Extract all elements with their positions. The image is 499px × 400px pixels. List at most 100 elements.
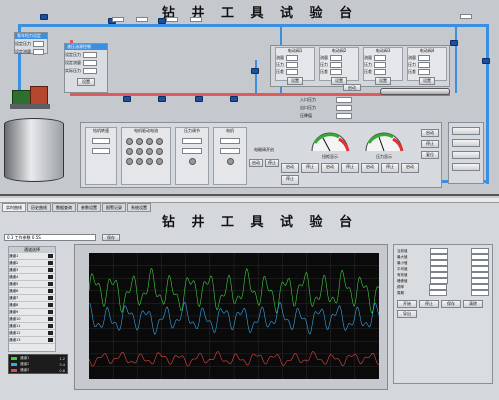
channel-checkbox[interactable]	[48, 303, 53, 307]
start-button[interactable]: 启动	[361, 163, 379, 173]
channel-row[interactable]: 通道2	[9, 260, 55, 267]
valve-icon[interactable]	[251, 68, 259, 74]
start-button[interactable]: 启动	[281, 163, 299, 173]
start-button[interactable]: 启动	[321, 163, 339, 173]
value-field[interactable]	[330, 55, 342, 61]
channel-checkbox[interactable]	[48, 324, 53, 328]
channel-checkbox[interactable]	[48, 296, 53, 300]
channel-checkbox[interactable]	[48, 275, 53, 279]
valve-icon[interactable]	[450, 40, 458, 46]
tab-params[interactable]: 参数设置	[77, 203, 101, 212]
value-field[interactable]	[418, 55, 430, 61]
stop-button[interactable]: 停止	[265, 159, 279, 167]
channel-checkbox[interactable]	[48, 317, 53, 321]
set-button[interactable]: 设置	[419, 77, 435, 85]
setpoint-field[interactable]	[33, 49, 44, 55]
panel-button[interactable]: 停止	[419, 300, 439, 308]
stop-button[interactable]: 停止	[301, 163, 319, 173]
setpoint-field[interactable]	[83, 60, 97, 66]
side-start-button[interactable]: 启动	[421, 129, 439, 137]
channel-checkbox[interactable]	[48, 338, 53, 342]
pipe-value-field[interactable]	[166, 17, 178, 22]
channel-row[interactable]: 通道1	[9, 253, 55, 260]
value-field[interactable]	[330, 69, 342, 75]
param-field[interactable]	[428, 290, 447, 296]
setpoint-field[interactable]	[33, 41, 44, 47]
panel-button[interactable]: 开始	[397, 300, 417, 308]
channel-checkbox[interactable]	[48, 282, 53, 286]
set-button[interactable]: 设置	[287, 77, 303, 85]
value-field[interactable]	[286, 55, 298, 61]
panel-button[interactable]: 导出	[397, 310, 417, 318]
start-button[interactable]: 启动	[401, 163, 419, 173]
value-field[interactable]	[374, 62, 386, 68]
valve-icon[interactable]	[230, 96, 238, 102]
value-field[interactable]	[374, 69, 386, 75]
value-field[interactable]	[220, 138, 240, 144]
valve-icon[interactable]	[482, 58, 490, 64]
value-field[interactable]	[92, 138, 110, 144]
setpoint-field[interactable]	[83, 52, 97, 58]
pipe-value-field[interactable]	[112, 17, 124, 22]
channel-row[interactable]: 通道9	[9, 309, 55, 316]
panel-button[interactable]: 保存	[441, 300, 461, 308]
channel-row[interactable]: 通道10	[9, 316, 55, 323]
channel-row[interactable]: 通道13	[9, 337, 55, 344]
channel-checkbox[interactable]	[48, 331, 53, 335]
stop-button[interactable]: 停止	[341, 163, 359, 173]
channel-row[interactable]: 通道3	[9, 267, 55, 274]
pipe-value-field[interactable]	[190, 17, 202, 22]
side-stop-button[interactable]: 停止	[421, 140, 439, 148]
side-reset-button[interactable]: 复位	[421, 151, 439, 159]
panel-button[interactable]: 清除	[463, 300, 483, 308]
side-button[interactable]	[452, 163, 480, 171]
valve-icon[interactable]	[195, 96, 203, 102]
channel-checkbox[interactable]	[48, 289, 53, 293]
value-field[interactable]	[286, 62, 298, 68]
tool-start-button[interactable]: 启动	[343, 84, 361, 91]
value-field[interactable]	[92, 148, 110, 154]
reading-field[interactable]	[336, 105, 352, 111]
tab-history[interactable]: 历史曲线	[27, 203, 51, 212]
valve-icon[interactable]	[158, 96, 166, 102]
side-button[interactable]	[452, 151, 480, 159]
valve-icon[interactable]	[158, 18, 166, 24]
value-field[interactable]	[182, 148, 202, 154]
value-field[interactable]	[286, 69, 298, 75]
set-button[interactable]: 设置	[77, 78, 95, 86]
valve-icon[interactable]	[40, 14, 48, 20]
param-field[interactable]	[471, 290, 489, 296]
stop-button[interactable]: 停止	[381, 163, 399, 173]
sample-combo[interactable]: 0.1 工作参数 0.5S	[4, 234, 96, 241]
value-field[interactable]	[374, 55, 386, 61]
stop-button[interactable]: 停止	[281, 175, 299, 185]
valve-icon[interactable]	[123, 96, 131, 102]
channel-row[interactable]: 通道12	[9, 330, 55, 337]
value-field[interactable]	[220, 148, 240, 154]
pipe-value-field[interactable]	[136, 17, 148, 22]
channel-checkbox[interactable]	[48, 268, 53, 272]
channel-row[interactable]: 通道7	[9, 295, 55, 302]
channel-row[interactable]: 通道6	[9, 288, 55, 295]
side-button[interactable]	[452, 139, 480, 147]
save-button[interactable]: 保存	[102, 234, 120, 241]
reading-field[interactable]	[336, 97, 352, 103]
value-field[interactable]	[330, 62, 342, 68]
tab-realtime[interactable]: 实时曲线	[2, 203, 26, 212]
setpoint-field[interactable]	[83, 68, 97, 74]
set-button[interactable]: 设置	[375, 77, 391, 85]
channel-checkbox[interactable]	[48, 310, 53, 314]
tab-query[interactable]: 数据查询	[52, 203, 76, 212]
value-field[interactable]	[418, 69, 430, 75]
pipe-value-field[interactable]	[460, 14, 472, 19]
side-button[interactable]	[452, 127, 480, 135]
channel-checkbox[interactable]	[48, 261, 53, 265]
channel-row[interactable]: 通道4	[9, 274, 55, 281]
channel-row[interactable]: 通道11	[9, 323, 55, 330]
value-field[interactable]	[418, 62, 430, 68]
channel-checkbox[interactable]	[48, 254, 53, 258]
channel-row[interactable]: 通道5	[9, 281, 55, 288]
reading-field[interactable]	[336, 113, 352, 119]
channel-row[interactable]: 通道8	[9, 302, 55, 309]
start-button[interactable]: 启动	[249, 159, 263, 167]
